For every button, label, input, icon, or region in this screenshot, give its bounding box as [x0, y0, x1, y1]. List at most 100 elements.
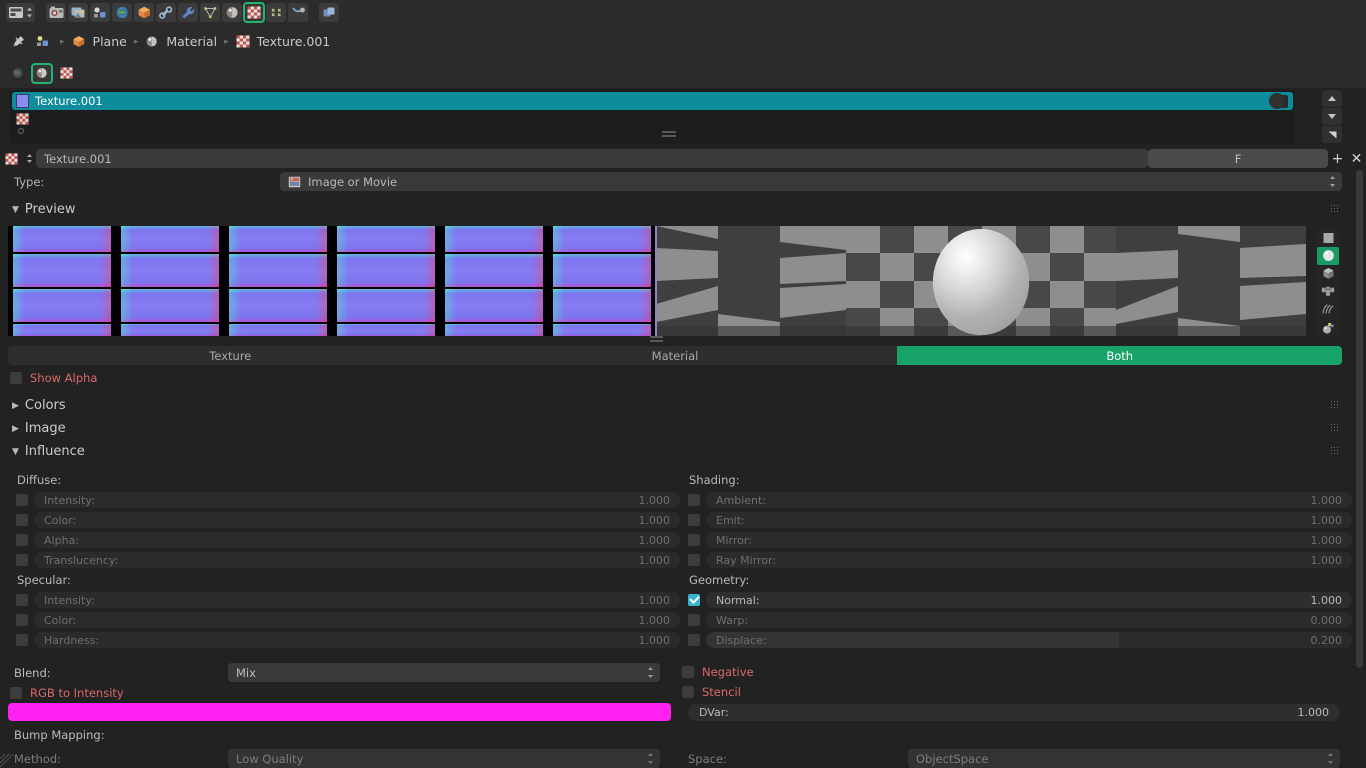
geometry-displace-checkbox[interactable] — [688, 634, 700, 646]
influence-row-diffuse-color[interactable]: Color: 1.000 — [8, 510, 680, 530]
specular-hardness-checkbox[interactable] — [16, 634, 28, 646]
texture-preview-area[interactable] — [8, 226, 1306, 336]
geometry-warp-checkbox[interactable] — [688, 614, 700, 626]
shading-ambient-slider[interactable]: Ambient: 1.000 — [706, 492, 1352, 508]
influence-row-specular-color[interactable]: Color: 1.000 — [8, 610, 680, 630]
tab-particles[interactable] — [266, 3, 286, 22]
show-alpha-row[interactable]: Show Alpha — [10, 371, 97, 385]
geometry-warp-slider[interactable]: Warp: 0.000 — [706, 612, 1352, 628]
tab-material[interactable] — [222, 3, 242, 22]
move-slot-up-button[interactable] — [1322, 90, 1342, 107]
influence-row-geometry-displace[interactable]: Displace: 0.200 — [680, 630, 1352, 650]
tab-physics[interactable] — [288, 3, 308, 22]
preview-tab-texture[interactable]: Texture — [8, 346, 453, 365]
specular-color-slider[interactable]: Color: 1.000 — [34, 612, 680, 628]
influence-row-shading-mirror[interactable]: Mirror: 1.000 — [680, 530, 1352, 550]
diffuse-alpha-slider[interactable]: Alpha: 1.000 — [34, 532, 680, 548]
move-slot-down-button[interactable] — [1322, 108, 1342, 125]
panel-header-preview[interactable]: ▼ Preview — [0, 198, 1366, 221]
properties-scrollbar[interactable] — [1355, 170, 1364, 768]
panel-grip-preview[interactable] — [1331, 205, 1344, 214]
texture-slot-row-empty[interactable] — [16, 113, 29, 134]
preview-type-monkey[interactable] — [1317, 282, 1339, 300]
corner-resize-grip[interactable] — [0, 753, 14, 768]
pin-icon[interactable] — [8, 35, 28, 49]
geometry-normal-slider[interactable]: Normal: 1.000 — [706, 592, 1352, 608]
unlink-texture-button[interactable]: ✕ — [1347, 149, 1366, 168]
show-alpha-checkbox[interactable] — [10, 372, 22, 384]
diffuse-intensity-slider[interactable]: Intensity: 1.000 — [34, 492, 680, 508]
shading-ray-mirror-slider[interactable]: Ray Mirror: 1.000 — [706, 552, 1352, 568]
context-tab-brush[interactable] — [56, 64, 76, 83]
rgb-to-intensity-checkbox[interactable] — [10, 687, 22, 699]
shading-emit-checkbox[interactable] — [688, 514, 700, 526]
influence-row-specular-intensity[interactable]: Intensity: 1.000 — [8, 590, 680, 610]
preview-type-hair[interactable] — [1317, 300, 1339, 318]
preview-tab-both[interactable]: Both — [897, 346, 1343, 365]
stencil-row[interactable]: Stencil — [682, 685, 741, 699]
tab-texture[interactable] — [243, 2, 265, 23]
list-resize-handle[interactable] — [662, 131, 676, 137]
preview-type-sphere[interactable] — [1317, 246, 1339, 265]
specular-intensity-slider[interactable]: Intensity: 1.000 — [34, 592, 680, 608]
diffuse-color-slider[interactable]: Color: 1.000 — [34, 512, 680, 528]
panel-grip-image[interactable] — [1331, 424, 1344, 433]
preview-type-sphere-checker[interactable] — [1317, 318, 1339, 336]
breadcrumb-item-texture[interactable]: Texture.001 — [236, 34, 330, 49]
bump-method-dropdown[interactable]: Low Quality — [228, 749, 660, 768]
tab-render[interactable] — [46, 3, 66, 22]
influence-color-swatch[interactable] — [8, 703, 671, 721]
preview-tab-material[interactable]: Material — [452, 346, 898, 365]
panel-grip-influence[interactable] — [1331, 447, 1344, 456]
tab-modifiers[interactable] — [178, 3, 198, 22]
fake-user-button[interactable]: F — [1148, 149, 1328, 168]
diffuse-translucency-slider[interactable]: Translucency: 1.000 — [34, 552, 680, 568]
specular-hardness-slider[interactable]: Hardness: 1.000 — [34, 632, 680, 648]
shading-emit-slider[interactable]: Emit: 1.000 — [706, 512, 1352, 528]
preview-resize-handle[interactable] — [650, 336, 663, 342]
influence-row-geometry-normal[interactable]: Normal: 1.000 — [680, 590, 1352, 610]
panel-header-colors[interactable]: ▶ Colors — [0, 394, 1366, 417]
influence-row-diffuse-intensity[interactable]: Intensity: 1.000 — [8, 490, 680, 510]
dvar-slider[interactable]: DVar: 1.000 — [688, 704, 1340, 721]
diffuse-alpha-checkbox[interactable] — [16, 534, 28, 546]
editor-type-selector[interactable] — [6, 3, 35, 22]
breadcrumb-item-plane[interactable]: Plane — [72, 34, 127, 49]
shading-ray-mirror-checkbox[interactable] — [688, 554, 700, 566]
diffuse-intensity-checkbox[interactable] — [16, 494, 28, 506]
geometry-normal-checkbox[interactable] — [688, 594, 700, 606]
influence-row-diffuse-translucency[interactable]: Translucency: 1.000 — [8, 550, 680, 570]
slot-specials-menu-button[interactable] — [1322, 126, 1342, 143]
influence-row-specular-hardness[interactable]: Hardness: 1.000 — [8, 630, 680, 650]
diffuse-color-checkbox[interactable] — [16, 514, 28, 526]
influence-row-shading-ray-mirror[interactable]: Ray Mirror: 1.000 — [680, 550, 1352, 570]
tab-object[interactable] — [134, 3, 154, 22]
scrollbar-thumb[interactable] — [1356, 170, 1363, 668]
panel-header-influence[interactable]: ▼ Influence — [0, 440, 1366, 463]
influence-row-geometry-warp[interactable]: Warp: 0.000 — [680, 610, 1352, 630]
influence-row-shading-ambient[interactable]: Ambient: 1.000 — [680, 490, 1352, 510]
context-tab-material[interactable] — [31, 62, 53, 84]
texture-type-dropdown[interactable]: Image or Movie — [280, 172, 1342, 191]
shading-mirror-checkbox[interactable] — [688, 534, 700, 546]
shading-ambient-checkbox[interactable] — [688, 494, 700, 506]
bump-space-dropdown[interactable]: ObjectSpace — [908, 749, 1340, 768]
texture-slot-row-selected[interactable]: Texture.001 — [12, 92, 1293, 110]
tab-world[interactable] — [112, 3, 132, 22]
tab-scene[interactable] — [90, 3, 110, 22]
browse-texture-button[interactable] — [22, 152, 36, 165]
blend-dropdown[interactable]: Mix — [228, 663, 660, 682]
panel-grip-colors[interactable] — [1331, 401, 1344, 410]
rgb-to-intensity-row[interactable]: RGB to Intensity — [10, 686, 124, 700]
context-tab-world[interactable] — [8, 64, 28, 83]
tab-constraints[interactable] — [156, 3, 176, 22]
geometry-displace-slider[interactable]: Displace: 0.200 — [706, 632, 1352, 648]
specular-intensity-checkbox[interactable] — [16, 594, 28, 606]
preview-type-cube[interactable] — [1317, 265, 1339, 283]
specular-color-checkbox[interactable] — [16, 614, 28, 626]
context-scene-icon[interactable] — [33, 35, 53, 48]
copy-data-button[interactable] — [319, 3, 339, 22]
influence-row-diffuse-alpha[interactable]: Alpha: 1.000 — [8, 530, 680, 550]
negative-row[interactable]: Negative — [682, 665, 754, 679]
stencil-checkbox[interactable] — [682, 686, 694, 698]
